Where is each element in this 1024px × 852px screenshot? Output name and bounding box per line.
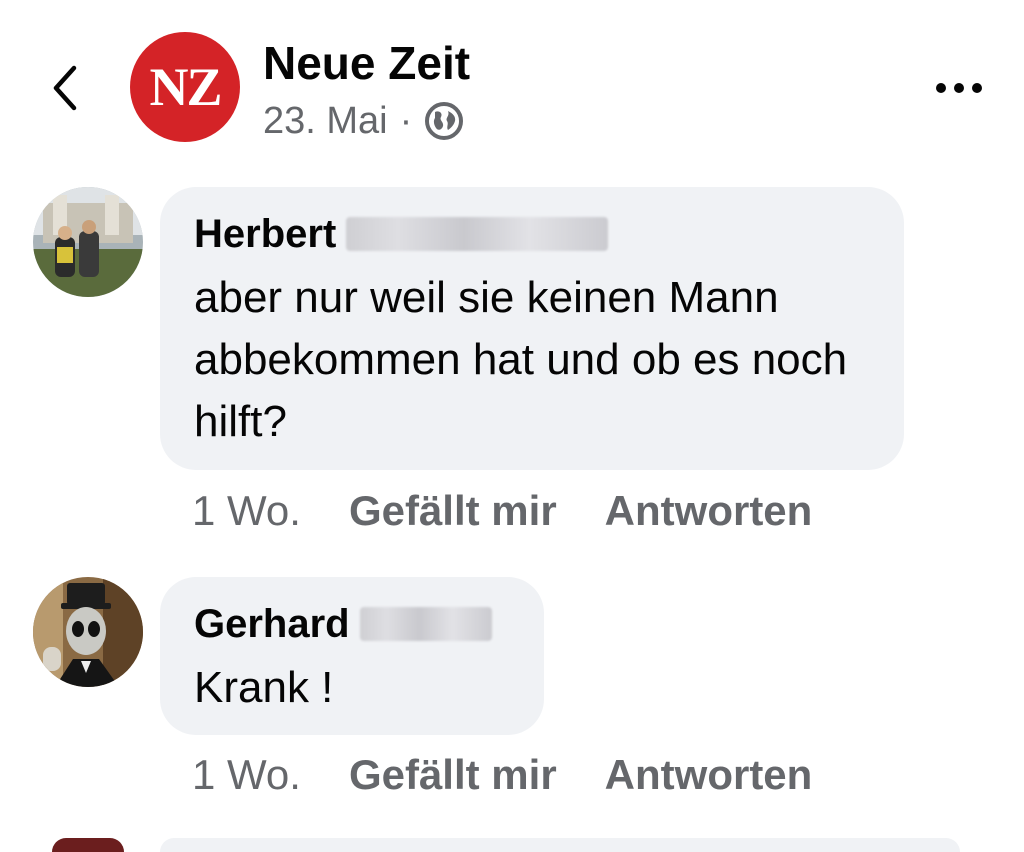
more-horizontal-icon [936,83,946,93]
next-comment-bubble [160,838,960,852]
comment-actions: 1 Wo. Gefällt mir Antworten [192,483,812,539]
more-dot [972,83,982,93]
avatar-photo [33,577,143,687]
chevron-left-icon [53,65,77,111]
like-button[interactable]: Gefällt mir [349,487,557,535]
post-header: NZ Neue Zeit 23. Mai · [0,0,1024,160]
comment-author[interactable]: Herbert [194,212,336,257]
next-comment-avatar[interactable] [52,838,124,852]
post-date[interactable]: 23. Mai [263,100,388,143]
comment-time[interactable]: 1 Wo. [192,487,301,535]
comment-bubble: Gerhard Krank ! [160,577,544,735]
redacted-surname [346,217,609,251]
comment-bubble: Herbert aber nur weil sie keinen Mann ab… [160,187,904,470]
comment-time[interactable]: 1 Wo. [192,751,301,799]
avatar-photo [33,187,143,297]
globe-icon [425,102,464,140]
comment-text: aber nur weil sie keinen Mann abbekommen… [194,273,848,446]
redacted-surname [359,607,492,641]
author-row: Gerhard [194,599,510,649]
author-row: Herbert [194,209,870,259]
back-button[interactable] [40,58,90,118]
page-avatar[interactable]: NZ [130,32,240,142]
comment-text: Krank ! [194,663,334,712]
page-name[interactable]: Neue Zeit [263,36,470,90]
avatar[interactable] [33,577,143,687]
more-options-button[interactable] [924,60,994,116]
meta-separator: · [399,99,413,142]
page-logo-text: NZ [149,57,222,117]
post-meta: 23. Mai · [263,96,464,146]
like-button[interactable]: Gefällt mir [349,751,557,799]
avatar[interactable] [33,187,143,297]
reply-button[interactable]: Antworten [605,487,813,535]
reply-button[interactable]: Antworten [605,751,813,799]
comment-actions: 1 Wo. Gefällt mir Antworten [192,747,812,803]
comment-author[interactable]: Gerhard [194,602,350,647]
more-dot [954,83,964,93]
